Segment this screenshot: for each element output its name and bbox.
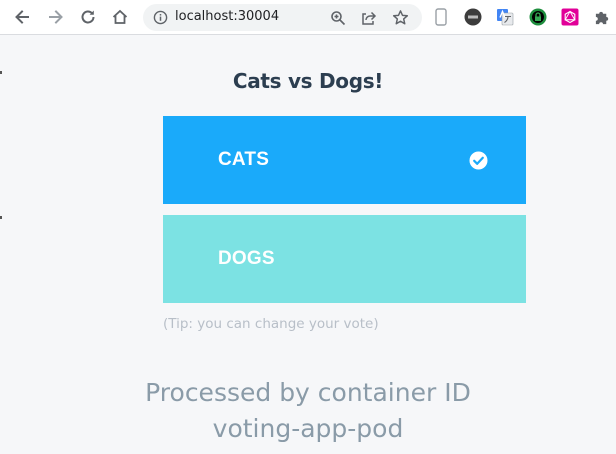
- container-info-label: Processed by container ID: [145, 378, 471, 407]
- forward-arrow-icon[interactable]: [44, 5, 68, 29]
- graphql-extension-icon[interactable]: [561, 8, 579, 26]
- vote-option-dogs[interactable]: DOGS: [163, 215, 526, 303]
- device-icon[interactable]: [432, 8, 450, 26]
- lock-extension-icon[interactable]: [529, 8, 547, 26]
- url-text[interactable]: localhost:30004: [175, 9, 279, 24]
- address-bar[interactable]: localhost:30004: [143, 4, 422, 31]
- translate-extension-icon[interactable]: [496, 8, 514, 26]
- star-icon[interactable]: [391, 8, 410, 27]
- page-title: Cats vs Dogs!: [232, 69, 384, 93]
- browser-toolbar: localhost:30004: [0, 0, 616, 35]
- vote-option-label: CATS: [218, 149, 270, 170]
- home-icon[interactable]: [108, 5, 132, 29]
- puzzle-extensions-icon[interactable]: [593, 8, 611, 26]
- back-arrow-icon[interactable]: [10, 5, 34, 29]
- vote-option-cats[interactable]: CATS: [163, 116, 526, 204]
- check-circle-icon: [469, 151, 488, 170]
- vote-option-label: DOGS: [218, 248, 275, 269]
- unix-extension-icon[interactable]: [464, 8, 482, 26]
- container-id: voting-app-pod: [212, 414, 404, 443]
- zoom-icon[interactable]: [328, 8, 347, 27]
- reload-icon[interactable]: [76, 5, 100, 29]
- vote-tip: (Tip: you can change your vote): [163, 316, 379, 332]
- info-icon[interactable]: [151, 8, 170, 27]
- share-icon[interactable]: [359, 8, 378, 27]
- container-info: Processed by container ID voting-app-pod: [0, 375, 616, 447]
